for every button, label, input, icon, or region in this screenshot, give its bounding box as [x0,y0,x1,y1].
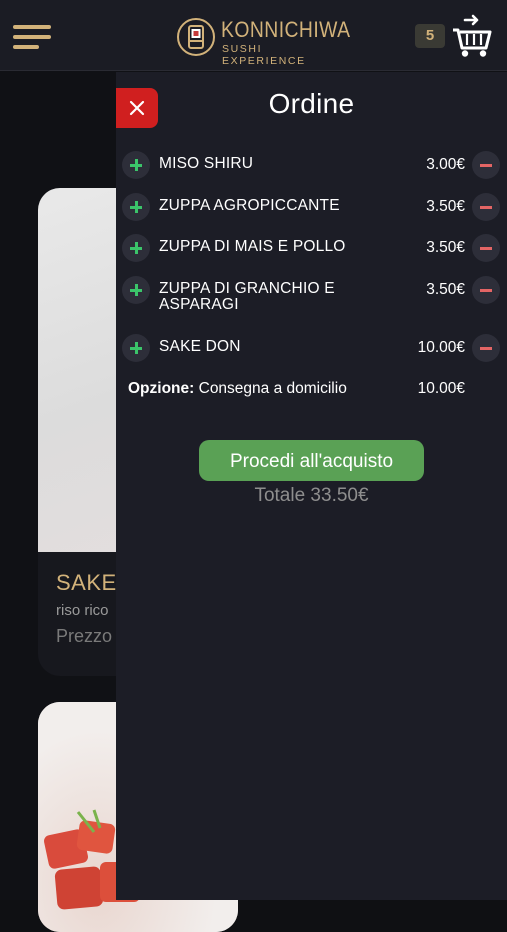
order-item-price: 3.00€ [426,156,465,173]
order-item-name: MISO SHIRU [159,155,254,172]
plus-icon[interactable] [122,334,150,362]
cart-icon[interactable] [451,14,493,58]
order-item-name: ZUPPA AGROPICCANTE [159,197,340,214]
order-item-name: ZUPPA DI GRANCHIO E ASPARAGI [159,280,335,313]
brand-subtitle: SUSHI EXPERIENCE [222,43,306,67]
order-item-price: 10.00€ [417,339,465,356]
hamburger-menu-icon[interactable] [13,25,51,51]
drawer-title: Ordine [268,88,355,119]
brand-logo[interactable]: KONNICHIWA SUSHI EXPERIENCE [176,16,350,67]
menu-card-title: SAKE [56,570,117,595]
order-item-name: ZUPPA DI MAIS E POLLO [159,238,346,255]
order-item-price: 3.50€ [426,239,465,256]
order-item-price: 3.50€ [426,198,465,215]
cart-count-badge: 5 [415,24,445,48]
plus-icon[interactable] [122,234,150,262]
option-label: Opzione: [128,380,195,397]
option-value: Consegna a domicilio [194,380,347,397]
order-item-name: SAKE DON [159,338,241,355]
minus-icon[interactable] [472,193,500,221]
plus-icon[interactable] [122,193,150,221]
menu-card-description: riso rico [56,602,109,619]
minus-icon[interactable] [472,276,500,304]
minus-icon[interactable] [472,234,500,262]
minus-icon[interactable] [472,151,500,179]
option-price: 10.00€ [417,380,465,397]
delivery-option: Opzione: Consegna a domicilio [128,380,347,398]
checkout-button[interactable]: Procedi all'acquisto [199,440,424,481]
minus-icon[interactable] [472,334,500,362]
brand-title: KONNICHIWA [221,17,351,42]
menu-card-price: Prezzo [56,626,113,646]
logo-roll-icon [177,18,215,56]
app-header: KONNICHIWA SUSHI EXPERIENCE 5 [0,0,507,71]
plus-icon[interactable] [122,151,150,179]
order-item-price: 3.50€ [426,281,465,298]
order-total: Totale 33.50€ [254,485,369,506]
plus-icon[interactable] [122,276,150,304]
